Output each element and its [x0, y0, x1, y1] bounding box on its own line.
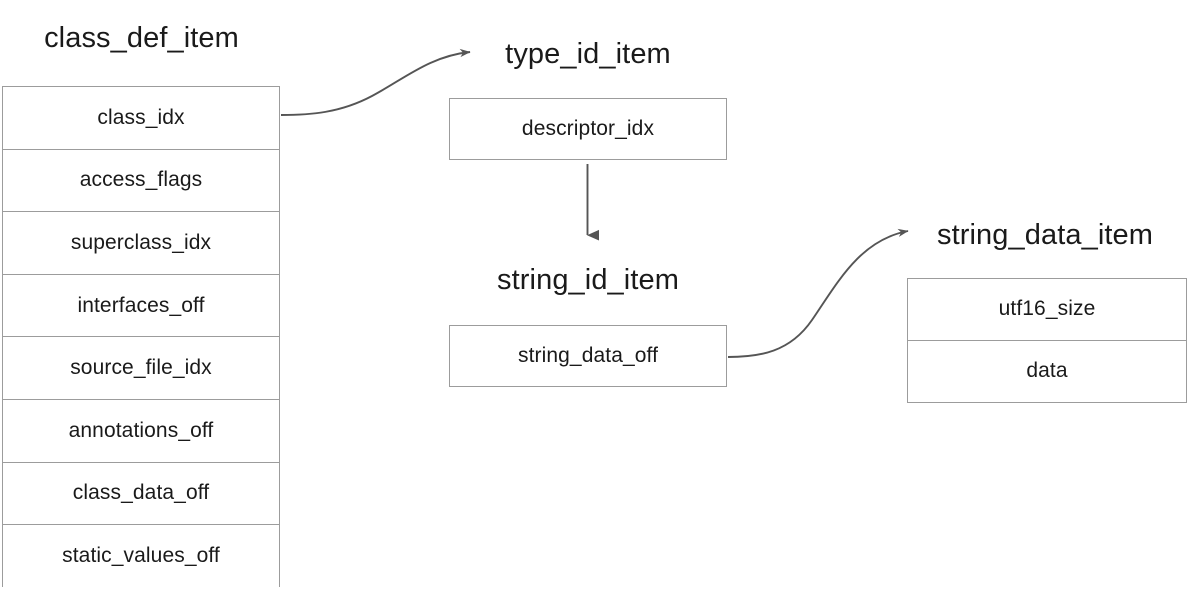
struct-table-class-def-item: class_idx access_flags superclass_idx in…: [2, 86, 280, 588]
struct-field-class-data-off[interactable]: class_data_off: [3, 462, 279, 526]
struct-field-label: source_file_idx: [70, 356, 212, 380]
struct-field-label: string_data_off: [517, 344, 659, 367]
struct-field-utf16-size[interactable]: utf16_size: [908, 279, 1186, 341]
diagram-canvas: class_def_item class_idx access_flags su…: [0, 0, 1200, 601]
struct-field-label: descriptor_idx: [521, 117, 655, 140]
struct-field-label: class_idx: [97, 105, 185, 129]
struct-table-type-id-item: descriptor_idx: [449, 98, 727, 160]
struct-field-label: interfaces_off: [77, 293, 205, 317]
struct-field-interfaces-off[interactable]: interfaces_off: [3, 274, 279, 338]
struct-field-source-file-idx[interactable]: source_file_idx: [3, 337, 279, 400]
struct-title-type-id-item: type_id_item: [505, 38, 671, 70]
struct-field-label: utf16_size: [998, 297, 1096, 321]
struct-field-data[interactable]: data: [908, 340, 1186, 402]
connector-class-idx-to-type-id-item: [280, 48, 471, 116]
struct-field-label: access_flags: [79, 168, 203, 192]
struct-title-string-data-item: string_data_item: [937, 219, 1153, 251]
struct-table-string-data-item: utf16_size data: [907, 278, 1187, 403]
struct-title-class-def-item: class_def_item: [44, 22, 239, 54]
struct-field-annotations-off[interactable]: annotations_off: [3, 399, 279, 463]
struct-table-string-id-item: string_data_off: [449, 325, 727, 387]
struct-field-descriptor-idx[interactable]: descriptor_idx: [450, 99, 726, 159]
struct-title-string-id-item: string_id_item: [497, 264, 679, 296]
struct-field-label: superclass_idx: [70, 230, 212, 254]
connector-string-data-off-to-string-data-item: [727, 228, 909, 358]
struct-field-label: annotations_off: [68, 418, 214, 442]
struct-field-access-flags[interactable]: access_flags: [3, 149, 279, 213]
struct-field-label: class_data_off: [72, 481, 210, 505]
struct-field-class-idx[interactable]: class_idx: [3, 87, 279, 150]
struct-field-label: static_values_off: [62, 544, 220, 568]
struct-field-superclass-idx[interactable]: superclass_idx: [3, 212, 279, 275]
struct-field-string-data-off[interactable]: string_data_off: [450, 326, 726, 386]
struct-field-static-values-off[interactable]: static_values_off: [3, 525, 279, 588]
struct-field-label: data: [1026, 359, 1068, 383]
